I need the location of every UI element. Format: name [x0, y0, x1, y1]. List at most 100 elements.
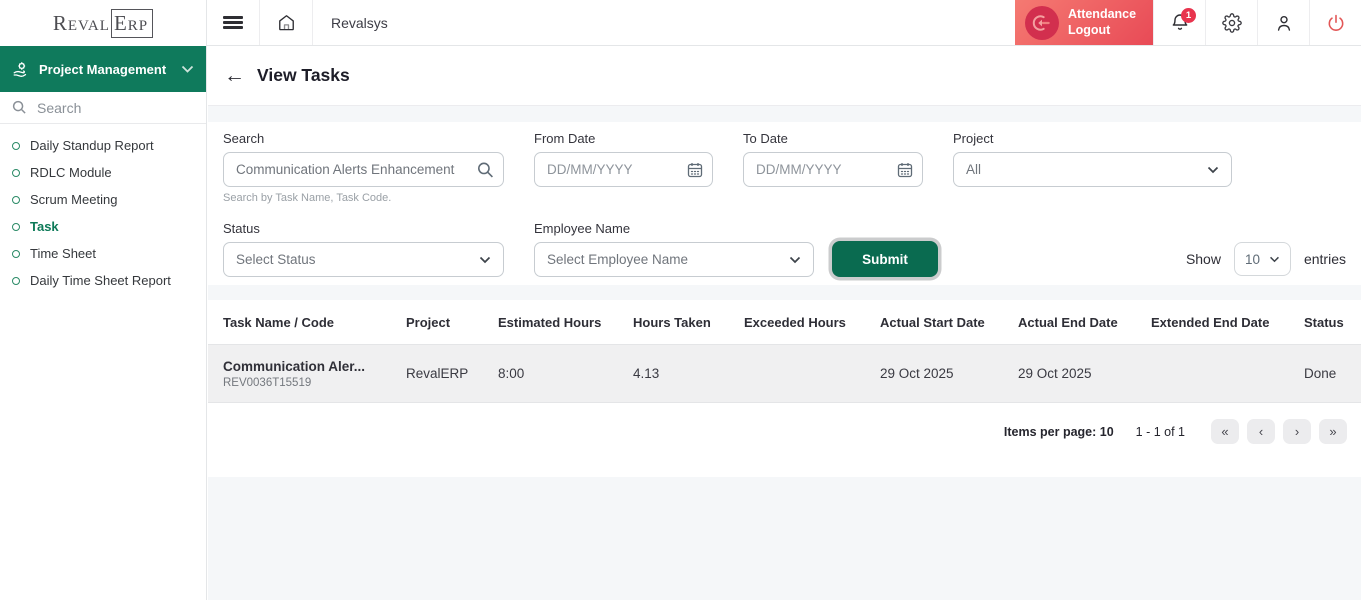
column-header-estimated-hours: Estimated Hours	[498, 315, 633, 330]
task-code: REV0036T15519	[223, 377, 406, 389]
employee-select-value: Select Employee Name	[547, 252, 789, 267]
pagination: Items per page: 10 1 - 1 of 1 « ‹ › »	[208, 403, 1361, 460]
menu-toggle-button[interactable]	[207, 0, 260, 45]
main-content: ← View Tasks Search Search by Task Name,…	[208, 46, 1361, 600]
notification-badge: 1	[1181, 8, 1196, 23]
sidebar-item-daily-time-sheet-report[interactable]: Daily Time Sheet Report	[0, 267, 206, 294]
bullet-icon	[12, 277, 20, 285]
tasks-table: Task Name / Code Project Estimated Hours…	[208, 300, 1361, 477]
show-entries-group: Show 10 entries	[1186, 241, 1346, 277]
next-page-button[interactable]: ›	[1283, 419, 1311, 444]
column-header-extended-end-date: Extended End Date	[1151, 315, 1304, 330]
chevron-down-icon	[479, 256, 491, 264]
notifications-button[interactable]: 1	[1153, 0, 1205, 45]
cell-hours-taken: 4.13	[633, 366, 744, 381]
search-icon[interactable]	[477, 161, 494, 178]
sidebar: RevalErp Project Management Search Daily…	[0, 0, 207, 600]
column-header-hours-taken: Hours Taken	[633, 315, 744, 330]
bullet-icon	[12, 223, 20, 231]
table-header-row: Task Name / Code Project Estimated Hours…	[208, 300, 1361, 345]
sidebar-item-time-sheet[interactable]: Time Sheet	[0, 240, 206, 267]
entries-label: entries	[1304, 251, 1346, 267]
revalerp-logo: RevalErp	[53, 11, 153, 36]
sidebar-item-label: Daily Time Sheet Report	[30, 273, 171, 288]
page-range: 1 - 1 of 1	[1136, 425, 1185, 439]
column-header-task-name-code: Task Name / Code	[223, 315, 406, 330]
first-page-button[interactable]: «	[1211, 419, 1239, 444]
hamburger-icon	[223, 14, 243, 32]
table-row[interactable]: Communication Aler... REV0036T15519 Reva…	[208, 345, 1361, 403]
last-page-button[interactable]: »	[1319, 419, 1347, 444]
gear-icon	[1222, 13, 1242, 33]
topbar-right: AttendanceLogout 1	[1015, 0, 1361, 45]
items-per-page-label: Items per page: 10	[1004, 425, 1114, 439]
sidebar-item-label: Daily Standup Report	[30, 138, 154, 153]
project-select-value: All	[966, 162, 1207, 177]
sidebar-item-label: Scrum Meeting	[30, 192, 117, 207]
from-date-label: From Date	[534, 131, 713, 146]
logo-area[interactable]: RevalErp	[0, 0, 206, 46]
logout-button[interactable]	[1309, 0, 1361, 45]
search-hint: Search by Task Name, Task Code.	[223, 192, 504, 204]
previous-page-button[interactable]: ‹	[1247, 419, 1275, 444]
module-header-project-management[interactable]: Project Management	[0, 46, 206, 92]
column-header-project: Project	[406, 315, 498, 330]
status-label: Status	[223, 221, 504, 236]
show-label: Show	[1186, 251, 1221, 267]
module-header-label: Project Management	[39, 62, 172, 77]
calendar-icon[interactable]	[897, 162, 913, 178]
cell-actual-start-date: 29 Oct 2025	[880, 366, 1018, 381]
filter-section: Search Search by Task Name, Task Code. F…	[208, 122, 1361, 285]
logout-arrow-icon	[1025, 6, 1059, 40]
cell-estimated-hours: 8:00	[498, 366, 633, 381]
entries-count-value: 10	[1245, 252, 1260, 267]
sidebar-item-scrum-meeting[interactable]: Scrum Meeting	[0, 186, 206, 213]
employee-name-select[interactable]: Select Employee Name	[534, 242, 814, 277]
cell-project: RevalERP	[406, 366, 498, 381]
logo-text-erp: Erp	[111, 9, 153, 38]
sidebar-item-task[interactable]: Task	[0, 213, 206, 240]
project-select[interactable]: All	[953, 152, 1232, 187]
logo-text-reval: Reval	[53, 11, 110, 35]
chevron-down-icon	[1269, 256, 1280, 263]
attendance-logout-button[interactable]: AttendanceLogout	[1015, 0, 1153, 45]
attendance-logout-label: AttendanceLogout	[1068, 7, 1136, 38]
sidebar-item-rdlc-module[interactable]: RDLC Module	[0, 159, 206, 186]
profile-button[interactable]	[1257, 0, 1309, 45]
chevron-down-icon	[789, 256, 801, 264]
task-name: Communication Aler...	[223, 359, 406, 374]
sidebar-item-label: Time Sheet	[30, 246, 96, 261]
bullet-icon	[12, 250, 20, 258]
chevron-down-icon	[1207, 166, 1219, 174]
sidebar-item-daily-standup-report[interactable]: Daily Standup Report	[0, 132, 206, 159]
submit-button[interactable]: Submit	[832, 241, 938, 277]
page-header: ← View Tasks	[208, 46, 1361, 105]
sidebar-search-placeholder: Search	[37, 100, 81, 116]
task-search-input[interactable]	[223, 152, 504, 187]
column-header-exceeded-hours: Exceeded Hours	[744, 315, 880, 330]
column-header-status: Status	[1304, 315, 1346, 330]
to-date-input[interactable]	[743, 152, 923, 187]
brand-name: Revalsys	[313, 0, 388, 45]
status-select[interactable]: Select Status	[223, 242, 504, 277]
bullet-icon	[12, 169, 20, 177]
home-button[interactable]	[260, 0, 313, 45]
chevron-down-icon	[181, 65, 194, 74]
search-icon	[12, 100, 27, 115]
cell-actual-end-date: 29 Oct 2025	[1018, 366, 1151, 381]
status-select-value: Select Status	[236, 252, 479, 267]
back-arrow-icon[interactable]: ←	[224, 65, 245, 86]
user-icon	[1274, 13, 1294, 33]
power-icon	[1326, 13, 1346, 33]
entries-count-select[interactable]: 10	[1234, 242, 1291, 276]
column-header-actual-end-date: Actual End Date	[1018, 315, 1151, 330]
sidebar-search[interactable]: Search	[0, 92, 206, 124]
bullet-icon	[12, 196, 20, 204]
home-icon	[277, 13, 296, 32]
cell-status: Done	[1304, 366, 1346, 381]
employee-name-label: Employee Name	[534, 221, 814, 236]
settings-button[interactable]	[1205, 0, 1257, 45]
topbar: Revalsys AttendanceLogout 1	[207, 0, 1361, 46]
calendar-icon[interactable]	[687, 162, 703, 178]
project-label: Project	[953, 131, 1232, 146]
